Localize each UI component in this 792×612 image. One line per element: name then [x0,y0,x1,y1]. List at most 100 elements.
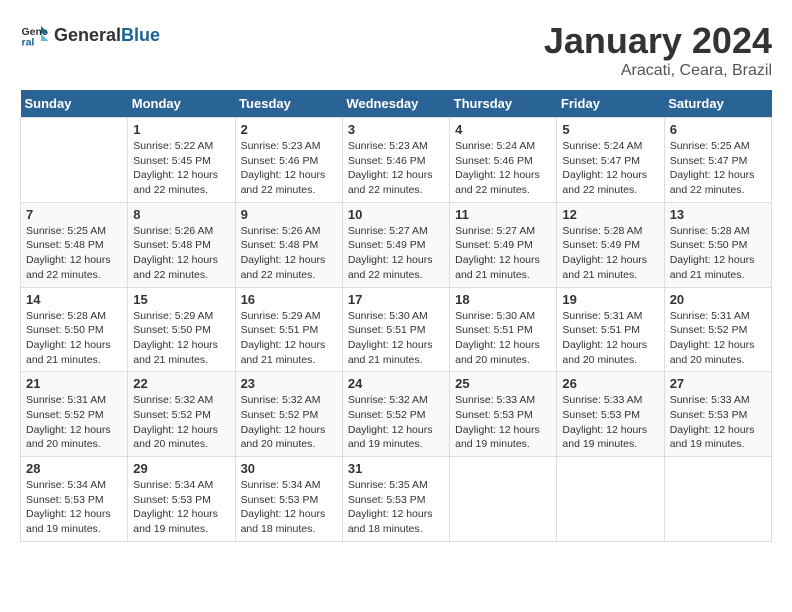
day-number: 31 [348,461,444,476]
day-info: Sunrise: 5:25 AM Sunset: 5:48 PM Dayligh… [26,224,122,283]
day-cell: 31 Sunrise: 5:35 AM Sunset: 5:53 PM Dayli… [342,457,449,542]
svg-text:ral: ral [22,37,35,49]
week-row-5: 28 Sunrise: 5:34 AM Sunset: 5:53 PM Dayli… [21,457,772,542]
day-cell: 25Sunrise: 5:33 AM Sunset: 5:53 PM Dayli… [450,372,557,457]
day-number: 8 [133,207,229,222]
day-number: 18 [455,292,551,307]
day-cell: 26 Sunrise: 5:33 AM Sunset: 5:53 PM Dayli… [557,372,664,457]
day-number: 12 [562,207,658,222]
day-info: Sunrise: 5:29 AM Sunset: 5:50 PM Dayligh… [133,309,229,368]
header-thursday: Thursday [450,90,557,118]
day-info: Sunrise: 5:32 AM Sunset: 5:52 PM Dayligh… [241,393,337,452]
day-info: Sunrise: 5:28 AM Sunset: 5:49 PM Dayligh… [562,224,658,283]
logo: Gene ral GeneralBlue [20,20,160,50]
day-info: Sunrise: 5:34 AM Sunset: 5:53 PM Dayligh… [26,478,122,537]
day-info: Sunrise: 5:23 AM Sunset: 5:46 PM Dayligh… [348,139,444,198]
day-cell [450,457,557,542]
day-cell: 24 Sunrise: 5:32 AM Sunset: 5:52 PM Dayli… [342,372,449,457]
header-tuesday: Tuesday [235,90,342,118]
day-cell: 2 Sunrise: 5:23 AM Sunset: 5:46 PM Daylig… [235,118,342,203]
day-number: 13 [670,207,766,222]
day-cell: 16Sunrise: 5:29 AM Sunset: 5:51 PM Dayli… [235,287,342,372]
day-cell: 23 Sunrise: 5:32 AM Sunset: 5:52 PM Dayli… [235,372,342,457]
day-cell: 8 Sunrise: 5:26 AM Sunset: 5:48 PM Daylig… [128,202,235,287]
day-info: Sunrise: 5:33 AM Sunset: 5:53 PM Dayligh… [562,393,658,452]
logo-blue: Blue [121,25,160,45]
day-cell: 13 Sunrise: 5:28 AM Sunset: 5:50 PM Dayli… [664,202,771,287]
day-cell: 6 Sunrise: 5:25 AM Sunset: 5:47 PM Daylig… [664,118,771,203]
month-title: January 2024 [544,20,772,62]
day-info: Sunrise: 5:32 AM Sunset: 5:52 PM Dayligh… [133,393,229,452]
day-number: 21 [26,376,122,391]
day-number: 6 [670,122,766,137]
day-number: 17 [348,292,444,307]
day-cell: 22Sunrise: 5:32 AM Sunset: 5:52 PM Dayli… [128,372,235,457]
location: Aracati, Ceara, Brazil [544,62,772,80]
logo-general: General [54,25,121,45]
day-cell: 19 Sunrise: 5:31 AM Sunset: 5:51 PM Dayli… [557,287,664,372]
day-cell: 4Sunrise: 5:24 AM Sunset: 5:46 PM Daylig… [450,118,557,203]
day-number: 28 [26,461,122,476]
day-cell: 29 Sunrise: 5:34 AM Sunset: 5:53 PM Dayli… [128,457,235,542]
day-cell: 27 Sunrise: 5:33 AM Sunset: 5:53 PM Dayli… [664,372,771,457]
day-number: 7 [26,207,122,222]
day-cell: 28 Sunrise: 5:34 AM Sunset: 5:53 PM Dayli… [21,457,128,542]
day-info: Sunrise: 5:26 AM Sunset: 5:48 PM Dayligh… [241,224,337,283]
day-cell: 7 Sunrise: 5:25 AM Sunset: 5:48 PM Daylig… [21,202,128,287]
day-number: 27 [670,376,766,391]
day-info: Sunrise: 5:28 AM Sunset: 5:50 PM Dayligh… [670,224,766,283]
header-wednesday: Wednesday [342,90,449,118]
day-cell: 12 Sunrise: 5:28 AM Sunset: 5:49 PM Dayli… [557,202,664,287]
day-number: 19 [562,292,658,307]
day-info: Sunrise: 5:26 AM Sunset: 5:48 PM Dayligh… [133,224,229,283]
day-number: 14 [26,292,122,307]
day-info: Sunrise: 5:31 AM Sunset: 5:52 PM Dayligh… [670,309,766,368]
day-cell [557,457,664,542]
day-number: 30 [241,461,337,476]
day-number: 29 [133,461,229,476]
day-cell: 11Sunrise: 5:27 AM Sunset: 5:49 PM Dayli… [450,202,557,287]
day-info: Sunrise: 5:35 AM Sunset: 5:53 PM Dayligh… [348,478,444,537]
day-number: 20 [670,292,766,307]
day-info: Sunrise: 5:34 AM Sunset: 5:53 PM Dayligh… [241,478,337,537]
week-row-2: 7 Sunrise: 5:25 AM Sunset: 5:48 PM Daylig… [21,202,772,287]
day-number: 15 [133,292,229,307]
calendar-table: SundayMondayTuesdayWednesdayThursdayFrid… [20,90,772,542]
day-info: Sunrise: 5:34 AM Sunset: 5:53 PM Dayligh… [133,478,229,537]
day-info: Sunrise: 5:33 AM Sunset: 5:53 PM Dayligh… [670,393,766,452]
day-number: 10 [348,207,444,222]
week-row-3: 14Sunrise: 5:28 AM Sunset: 5:50 PM Dayli… [21,287,772,372]
day-number: 26 [562,376,658,391]
logo-icon: Gene ral [20,20,50,50]
day-number: 23 [241,376,337,391]
day-cell: 10 Sunrise: 5:27 AM Sunset: 5:49 PM Dayli… [342,202,449,287]
day-number: 24 [348,376,444,391]
day-cell: 9 Sunrise: 5:26 AM Sunset: 5:48 PM Daylig… [235,202,342,287]
day-number: 1 [133,122,229,137]
day-number: 2 [241,122,337,137]
day-info: Sunrise: 5:32 AM Sunset: 5:52 PM Dayligh… [348,393,444,452]
day-info: Sunrise: 5:22 AM Sunset: 5:45 PM Dayligh… [133,139,229,198]
day-info: Sunrise: 5:24 AM Sunset: 5:47 PM Dayligh… [562,139,658,198]
day-number: 11 [455,207,551,222]
day-info: Sunrise: 5:31 AM Sunset: 5:51 PM Dayligh… [562,309,658,368]
day-cell: 14Sunrise: 5:28 AM Sunset: 5:50 PM Dayli… [21,287,128,372]
week-row-1: 1 Sunrise: 5:22 AM Sunset: 5:45 PM Daylig… [21,118,772,203]
day-cell: 21Sunrise: 5:31 AM Sunset: 5:52 PM Dayli… [21,372,128,457]
day-cell: 3Sunrise: 5:23 AM Sunset: 5:46 PM Daylig… [342,118,449,203]
header-sunday: Sunday [21,90,128,118]
day-info: Sunrise: 5:25 AM Sunset: 5:47 PM Dayligh… [670,139,766,198]
day-info: Sunrise: 5:30 AM Sunset: 5:51 PM Dayligh… [455,309,551,368]
title-block: January 2024 Aracati, Ceara, Brazil [544,20,772,80]
header-row: SundayMondayTuesdayWednesdayThursdayFrid… [21,90,772,118]
day-cell: 15 Sunrise: 5:29 AM Sunset: 5:50 PM Dayli… [128,287,235,372]
day-info: Sunrise: 5:33 AM Sunset: 5:53 PM Dayligh… [455,393,551,452]
day-number: 9 [241,207,337,222]
day-info: Sunrise: 5:27 AM Sunset: 5:49 PM Dayligh… [348,224,444,283]
day-number: 16 [241,292,337,307]
header-friday: Friday [557,90,664,118]
day-info: Sunrise: 5:30 AM Sunset: 5:51 PM Dayligh… [348,309,444,368]
day-cell: 20 Sunrise: 5:31 AM Sunset: 5:52 PM Dayli… [664,287,771,372]
day-info: Sunrise: 5:23 AM Sunset: 5:46 PM Dayligh… [241,139,337,198]
day-cell: 1 Sunrise: 5:22 AM Sunset: 5:45 PM Daylig… [128,118,235,203]
